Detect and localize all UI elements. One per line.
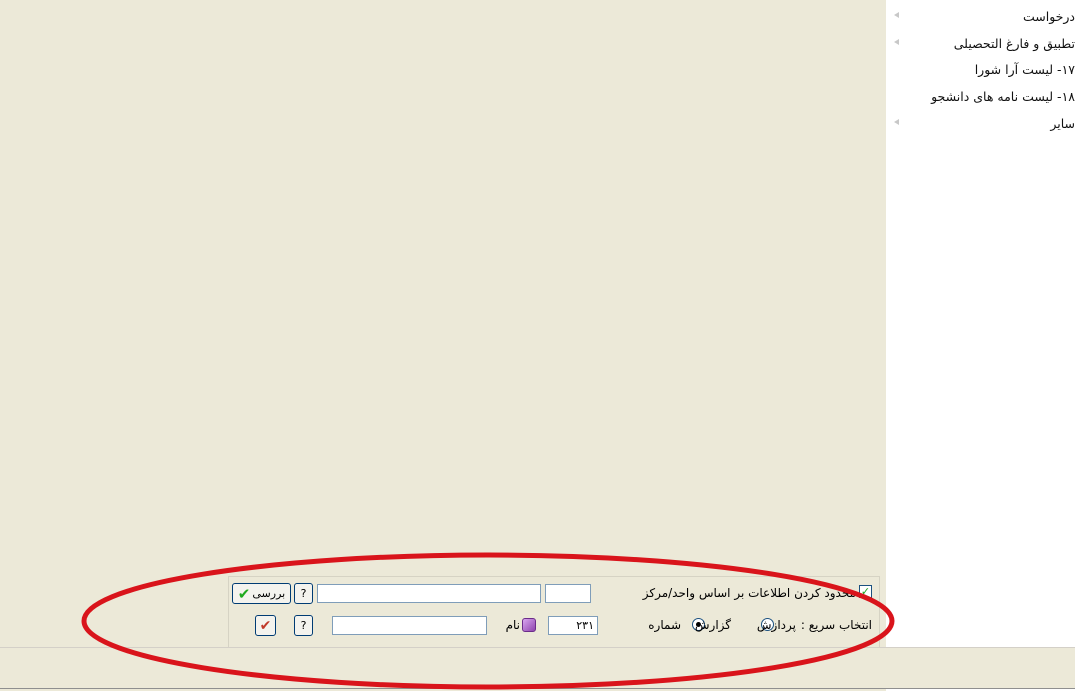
green-check-icon: ✔ [237, 584, 251, 603]
menu-item-student-letters[interactable]: ۱۸- لیست نامه های دانشجو [886, 89, 1075, 111]
report-label: گزارش [694, 618, 731, 632]
quick-select-row: انتخاب سریع : پردازش گزارش شماره نام ? ✔ [228, 614, 878, 638]
restrict-checkbox[interactable]: ✓ [859, 585, 872, 598]
menu-item-label: ۱۸- لیست نامه های دانشجو [931, 89, 1075, 104]
help-button-2[interactable]: ? [294, 615, 313, 636]
process-label: پردازش [756, 618, 796, 632]
menu-item-council-votes[interactable]: ۱۷- لیست آرا شورا [886, 62, 1075, 84]
name-input[interactable] [332, 616, 487, 635]
menu-item-graduation[interactable]: تطبیق و فارغ التحصیلی [886, 36, 1075, 58]
arrow-left-icon [894, 12, 899, 18]
confirm-button[interactable]: ✔ [255, 615, 276, 636]
filter-row: ✓ محدود کردن اطلاعات بر اساس واحد/مرکز ?… [228, 582, 878, 606]
arrow-left-icon [894, 39, 899, 45]
restrict-label: محدود کردن اطلاعات بر اساس واحد/مرکز [642, 586, 856, 600]
menu-item-label: درخواست [1022, 9, 1075, 24]
menu-item-label: تطبیق و فارغ التحصیلی [953, 36, 1075, 51]
name-lookup-icon[interactable] [522, 618, 536, 632]
menu-item-label: سایر [1050, 116, 1075, 131]
help-button[interactable]: ? [294, 583, 313, 604]
menu-item-request[interactable]: درخواست [886, 9, 1075, 31]
status-bar [0, 647, 1075, 689]
number-input[interactable] [548, 616, 598, 635]
red-check-icon: ✔ [259, 617, 272, 634]
number-label: شماره [648, 618, 681, 632]
quick-select-label: انتخاب سریع : [800, 618, 872, 632]
help-label: ? [300, 619, 307, 632]
review-button[interactable]: ✔ بررسی [232, 583, 291, 604]
side-menu: درخواست تطبیق و فارغ التحصیلی ۱۷- لیست آ… [886, 0, 1075, 691]
menu-item-label: ۱۷- لیست آرا شورا [974, 62, 1075, 77]
unit-code-input[interactable] [545, 584, 591, 603]
name-label: نام [505, 618, 520, 632]
help-label: ? [300, 587, 307, 600]
arrow-left-icon [894, 119, 899, 125]
menu-item-other[interactable]: سایر [886, 116, 1075, 138]
review-button-label: بررسی [252, 587, 286, 600]
unit-name-input[interactable] [317, 584, 541, 603]
